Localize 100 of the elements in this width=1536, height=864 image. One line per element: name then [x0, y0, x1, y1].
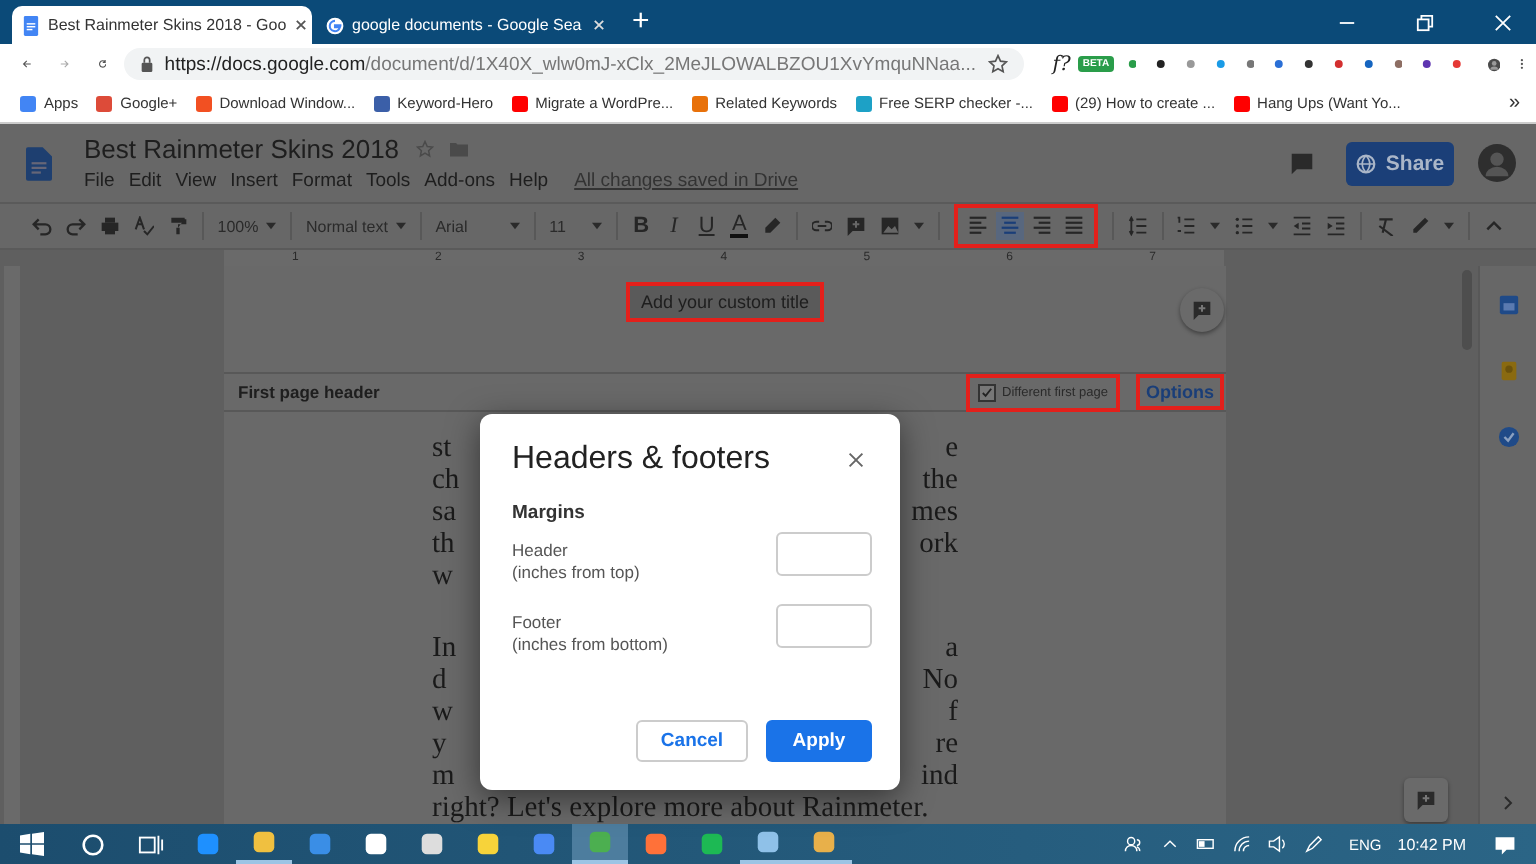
close-icon[interactable] [848, 452, 864, 468]
format-button[interactable]: A [729, 214, 749, 238]
image-icon[interactable] [880, 216, 901, 236]
body-text: right? Let's explore more about Rainmeter. [432, 792, 929, 824]
task-view-icon[interactable] [138, 831, 164, 857]
caret-icon[interactable] [1444, 222, 1455, 230]
url-text: https://docs.google.com/document/d/1X40X_wlw0mJ-xClx_2MeJLOWALBZOU1XvYmquNNaa... [164, 53, 978, 75]
search-icon[interactable] [80, 831, 106, 857]
add-comment-icon[interactable] [846, 216, 867, 236]
tasks-icon[interactable] [1497, 426, 1519, 448]
style-select[interactable]: Normal text [306, 217, 406, 235]
align-icon[interactable] [1031, 216, 1052, 236]
body-text: sa [432, 496, 457, 528]
paint-format-icon[interactable] [168, 216, 188, 236]
menu-item[interactable]: Insert [230, 170, 278, 192]
line-spacing-icon[interactable] [1127, 216, 1148, 236]
menu-item[interactable]: Tools [365, 170, 411, 192]
new-tab-button[interactable]: + [632, 4, 650, 40]
caret-icon[interactable] [1268, 222, 1279, 230]
decrease-indent-icon[interactable] [1292, 216, 1313, 236]
address-field[interactable]: https://docs.google.com/document/d/1X40X_wlw0mJ-xClx_2MeJLOWALBZOU1XvYmquNNaa... [124, 48, 1025, 80]
numbered-list-icon[interactable] [1176, 216, 1197, 236]
body-text: f [948, 696, 958, 728]
body-text: st [432, 432, 452, 464]
link-icon[interactable] [812, 216, 833, 236]
menu-item[interactable]: View [175, 170, 217, 192]
document-title[interactable]: Best Rainmeter Skins 2018 [84, 134, 400, 164]
star-icon[interactable] [415, 140, 434, 158]
browser-tab[interactable]: google documents - Google Sea [316, 6, 616, 44]
redo-icon[interactable] [66, 216, 86, 236]
caret-icon [395, 222, 406, 230]
format-button[interactable]: U [697, 214, 716, 238]
increase-indent-icon[interactable] [1326, 216, 1347, 236]
checkbox[interactable] [978, 383, 996, 401]
field-hint: (inches from top) [512, 562, 640, 584]
document-logo-icon[interactable] [26, 145, 52, 181]
section-heading: Margins [512, 502, 587, 524]
battery-icon[interactable] [1196, 834, 1217, 854]
format-button[interactable]: I [664, 214, 684, 238]
restore-icon[interactable] [1416, 13, 1434, 31]
caret-icon [266, 222, 277, 230]
zoom-select[interactable]: 100% [217, 217, 277, 235]
explore-button[interactable] [1404, 778, 1448, 822]
font-select[interactable]: Arial [435, 217, 520, 235]
menu-item[interactable]: File [84, 170, 115, 192]
body-text: mes [911, 496, 958, 528]
menu-item[interactable]: Add-ons [424, 170, 496, 192]
undo-icon[interactable] [32, 216, 52, 236]
clock[interactable]: 10:42 PM [1397, 835, 1466, 853]
input-field[interactable] [776, 532, 872, 576]
expand-icon[interactable] [1502, 794, 1514, 812]
font-size-select[interactable]: 11 [549, 217, 603, 235]
align-icon[interactable] [1063, 216, 1084, 236]
extension-button[interactable]: f? [1052, 53, 1071, 75]
body-text: ork [919, 528, 958, 560]
folder-icon[interactable] [449, 140, 468, 158]
caret-icon [592, 222, 603, 230]
note-icon[interactable] [1497, 360, 1519, 382]
browser-tab[interactable]: Best Rainmeter Skins 2018 - Goo [12, 6, 312, 44]
field-label: Footer [512, 612, 564, 634]
bookmark-star-icon[interactable] [988, 54, 1009, 74]
share-button[interactable]: Share [1346, 141, 1454, 185]
comment-icon[interactable] [1290, 151, 1314, 175]
globe-icon [1355, 153, 1376, 173]
volume-icon[interactable] [1268, 834, 1289, 854]
field-hint: (inches from bottom) [512, 634, 668, 656]
close-icon[interactable] [294, 18, 309, 32]
print-icon[interactable] [100, 216, 120, 236]
people-icon[interactable] [1124, 834, 1145, 854]
wifi-icon[interactable] [1232, 834, 1253, 854]
menu-item[interactable]: Help [509, 170, 549, 192]
body-text: w [432, 560, 453, 592]
clear-formatting-icon[interactable] [1376, 216, 1397, 236]
caret-icon[interactable] [914, 222, 925, 230]
cancel-button[interactable]: Cancel [636, 720, 748, 762]
more-bookmarks-button[interactable]: » [1508, 92, 1520, 114]
align-icon[interactable] [999, 216, 1020, 236]
options-button[interactable]: Options [1136, 374, 1224, 410]
caret-icon [509, 222, 520, 230]
menu-item[interactable]: Format [291, 170, 352, 192]
calendar-icon[interactable] [1497, 294, 1519, 316]
menu-item[interactable]: Edit [128, 170, 162, 192]
pen-icon[interactable] [1304, 834, 1325, 854]
body-text: re [935, 728, 958, 760]
collapse-icon[interactable] [1484, 216, 1505, 236]
header-text[interactable]: Add your custom title [626, 282, 824, 322]
align-icon[interactable] [967, 216, 988, 236]
caret-icon[interactable] [1210, 222, 1221, 230]
input-field[interactable] [776, 604, 872, 648]
format-button[interactable]: B [631, 214, 651, 238]
notification-icon[interactable] [1494, 833, 1516, 855]
body-text: No [922, 664, 958, 696]
google-icon [326, 15, 344, 35]
highlighter-icon[interactable] [762, 216, 783, 236]
pencil-icon[interactable] [1410, 216, 1431, 236]
apply-button[interactable]: Apply [766, 720, 872, 762]
bulleted-list-icon[interactable] [1234, 216, 1255, 236]
reload-icon[interactable] [97, 54, 107, 74]
start-icon[interactable] [20, 832, 44, 856]
spellcheck-icon[interactable] [134, 216, 154, 236]
